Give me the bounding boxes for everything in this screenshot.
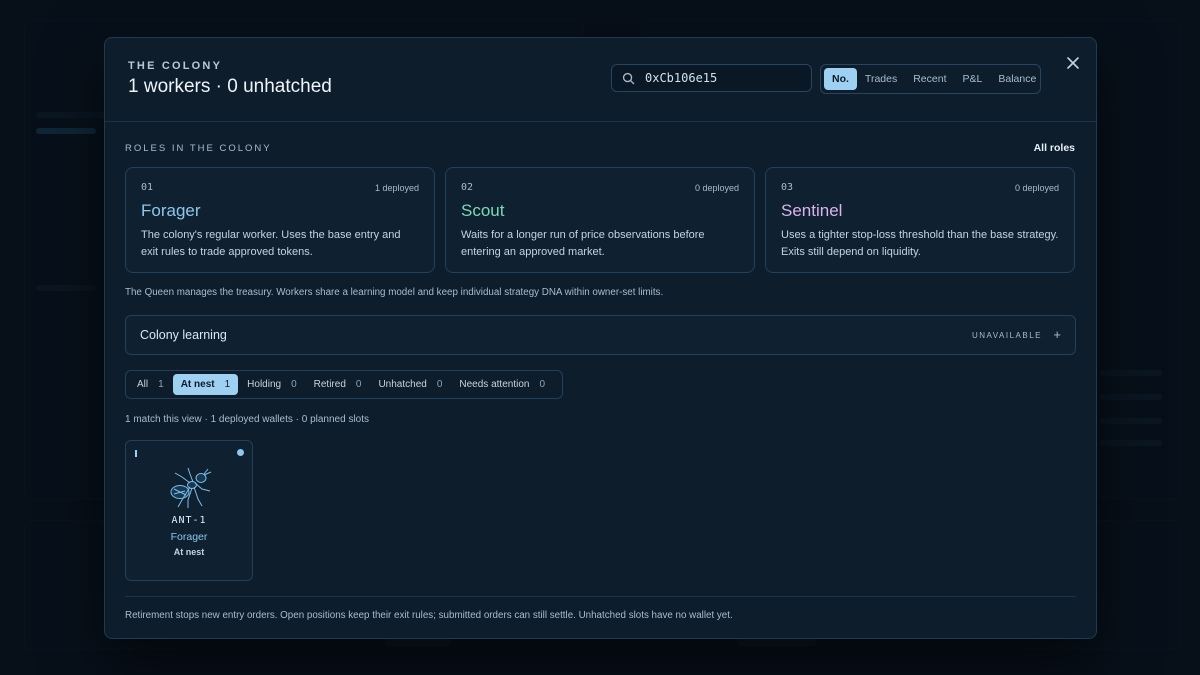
roles-section-label: ROLES IN THE COLONY — [125, 143, 272, 154]
sort-by-balance-button[interactable]: Balance — [990, 68, 1044, 90]
role-card-scout: 02 0 deployed Scout Waits for a longer r… — [445, 167, 755, 273]
match-summary: 1 match this view · 1 deployed wallets ·… — [125, 414, 370, 425]
footer-note: Retirement stops new entry orders. Open … — [125, 610, 733, 621]
role-description: Uses a tighter stop-loss threshold than … — [781, 229, 1059, 258]
sort-by-pnl-button[interactable]: P&L — [955, 68, 991, 90]
sort-by-trades-button[interactable]: Trades — [857, 68, 905, 90]
worker-role: Forager — [170, 531, 208, 543]
expand-icon: + — [1053, 327, 1061, 342]
role-name: Scout — [461, 201, 505, 220]
footer-divider — [125, 596, 1076, 597]
search-value: 0xCb106e15 — [645, 71, 718, 85]
filter-unhatched[interactable]: Unhatched 0 — [370, 374, 450, 395]
role-card-forager: 01 1 deployed Forager The colony's regul… — [125, 167, 435, 273]
colony-learning-status: UNAVAILABLE — [971, 331, 1042, 340]
filter-retired[interactable]: Retired 0 — [306, 374, 370, 395]
modal-title: 1 workers · 0 unhatched — [128, 76, 332, 97]
search-icon — [622, 72, 635, 85]
role-deployed-count: 1 deployed — [374, 183, 419, 193]
filter-label: At nest — [180, 379, 215, 390]
status-dot — [237, 449, 244, 456]
role-name: Forager — [141, 201, 201, 220]
filter-holding[interactable]: Holding 0 — [239, 374, 304, 395]
close-icon[interactable] — [1064, 54, 1082, 72]
sort-by-number-button[interactable]: No. — [824, 68, 857, 90]
filter-count: 0 — [291, 379, 297, 390]
role-deployed-count: 0 deployed — [1014, 183, 1059, 193]
modal-header: THE COLONY 1 workers · 0 unhatched 0xCb1… — [105, 38, 1096, 122]
colony-learning-label: Colony learning — [140, 328, 227, 342]
worker-tick-marker — [135, 450, 137, 457]
worker-name: ANT-1 — [171, 515, 207, 526]
filter-count: 0 — [539, 379, 546, 390]
role-number: 01 — [141, 182, 154, 193]
role-description: The colony's regular worker. Uses the ba… — [141, 229, 401, 258]
filter-count: 0 — [355, 379, 362, 390]
role-description: Waits for a longer run of price observat… — [461, 229, 705, 258]
filter-count: 1 — [224, 379, 231, 390]
filter-count: 0 — [436, 379, 443, 390]
queen-note: The Queen manages the treasury. Workers … — [125, 287, 664, 298]
ant-icon — [170, 467, 212, 508]
filter-all[interactable]: All 1 — [129, 374, 172, 395]
all-roles-link[interactable]: All roles — [1034, 142, 1075, 154]
search-input[interactable]: 0xCb106e15 — [611, 64, 812, 92]
colony-modal: THE COLONY 1 workers · 0 unhatched 0xCb1… — [104, 37, 1097, 639]
role-card-sentinel: 03 0 deployed Sentinel Uses a tighter st… — [765, 167, 1075, 273]
filter-label: Unhatched — [378, 379, 427, 390]
role-number: 03 — [781, 182, 794, 193]
modal-eyebrow: THE COLONY — [128, 60, 223, 72]
filter-label: All — [137, 379, 149, 390]
worker-state: At nest — [173, 547, 205, 557]
filter-needs-attention[interactable]: Needs attention 0 — [451, 374, 553, 395]
sort-toggle-group: No. Trades Recent P&L Balance — [820, 64, 1041, 94]
filter-label: Retired — [313, 379, 346, 390]
colony-learning-accordion[interactable]: Colony learning UNAVAILABLE + — [125, 315, 1076, 355]
filter-label: Holding — [247, 379, 282, 390]
filter-count: 1 — [158, 379, 164, 390]
sort-by-recent-button[interactable]: Recent — [905, 68, 954, 90]
filter-at-nest[interactable]: At nest 1 — [172, 374, 239, 395]
worker-filter-tabs: All 1 At nest 1 Holding 0 Retired 0 Unha… — [125, 370, 563, 399]
filter-label: Needs attention — [459, 379, 530, 390]
role-name: Sentinel — [781, 201, 843, 220]
role-deployed-count: 0 deployed — [694, 183, 739, 193]
role-number: 02 — [461, 182, 474, 193]
worker-card[interactable]: ANT-1 Forager At nest — [125, 440, 253, 581]
